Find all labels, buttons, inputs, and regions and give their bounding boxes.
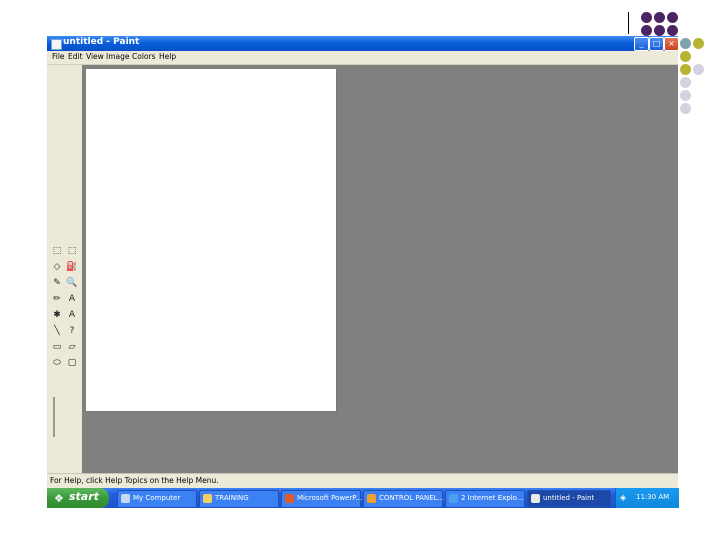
decorative-dot: [667, 12, 678, 23]
select-icon[interactable]: ⬚: [65, 245, 79, 258]
windows-logo-icon: ❖: [54, 492, 64, 505]
decorative-dot: [641, 12, 652, 23]
menu-bar: File Edit View Image Colors Help: [47, 51, 678, 65]
folder-icon: [203, 494, 212, 503]
taskbar-item-paint[interactable]: untitled - Paint: [527, 490, 611, 508]
decorative-dot: [680, 64, 691, 75]
magnifier-icon[interactable]: 🔍: [65, 277, 79, 290]
taskbar-item-label: TRAINING: [215, 494, 249, 502]
paint-window: untitled - Paint _ □ × File Edit View Im…: [47, 36, 679, 508]
text-icon[interactable]: A: [65, 309, 79, 322]
eraser-icon[interactable]: ◇: [50, 261, 64, 274]
decorative-dot: [654, 25, 665, 36]
rounded-rectangle-icon[interactable]: ▢: [65, 357, 79, 370]
canvas-workspace[interactable]: [82, 65, 678, 473]
maximize-button[interactable]: □: [649, 37, 664, 51]
ellipse-icon[interactable]: ⬭: [50, 357, 64, 370]
taskbar-item-internet-explorer[interactable]: 2 Internet Explo...: [445, 490, 525, 508]
taskbar-item-my-computer[interactable]: My Computer: [117, 490, 197, 508]
taskbar-item-label: 2 Internet Explo...: [461, 494, 524, 502]
powerpoint-icon: [285, 494, 294, 503]
status-text: For Help, click Help Topics on the Help …: [50, 476, 219, 485]
minimize-button[interactable]: _: [634, 37, 649, 51]
fill-icon[interactable]: ⛽: [65, 261, 79, 274]
decorative-dot: [680, 38, 691, 49]
browser-icon: [367, 494, 376, 503]
taskbar-item-label: untitled - Paint: [543, 494, 595, 502]
taskbar-item-label: CONTROL PANEL...: [379, 494, 445, 502]
pencil-icon[interactable]: ✏: [50, 293, 64, 306]
taskbar-item-control-panel[interactable]: CONTROL PANEL...: [363, 490, 445, 508]
tool-options-box[interactable]: [53, 397, 55, 437]
menu-help[interactable]: Help: [159, 52, 176, 61]
taskbar-item-label: Microsoft PowerP...: [297, 494, 363, 502]
menu-view[interactable]: View: [86, 52, 104, 61]
line-icon[interactable]: ╲: [50, 325, 64, 338]
toolbox: ⬚ ⬚ ◇ ⛽ ✎ 🔍 ✏ A ✱ A ╲ ? ▭ ▱ ⬭ ▢: [47, 65, 83, 473]
polygon-icon[interactable]: ▱: [65, 341, 79, 354]
taskbar-item-training[interactable]: TRAINING: [199, 490, 279, 508]
curve-icon[interactable]: ?: [65, 325, 79, 338]
start-button[interactable]: ❖ start: [47, 488, 109, 508]
system-tray: ◈ 11:30 AM: [615, 488, 679, 508]
decorative-line: [628, 12, 629, 34]
brush-icon[interactable]: A: [65, 293, 79, 306]
paint-app-icon: [51, 39, 62, 50]
rectangle-icon[interactable]: ▭: [50, 341, 64, 354]
ie-icon: [449, 494, 458, 503]
network-icon[interactable]: ◈: [620, 493, 626, 502]
decorative-dot: [680, 103, 691, 114]
free-form-select-icon[interactable]: ⬚: [50, 245, 64, 258]
menu-image[interactable]: Image: [106, 52, 130, 61]
status-bar: For Help, click Help Topics on the Help …: [47, 473, 678, 489]
menu-file[interactable]: File: [52, 52, 65, 61]
decorative-dot: [641, 25, 652, 36]
taskbar: ❖ start My Computer TRAINING Microsoft P…: [47, 488, 679, 508]
airbrush-icon[interactable]: ✱: [50, 309, 64, 322]
clock[interactable]: 11:30 AM: [636, 493, 669, 501]
decorative-dot: [680, 77, 691, 88]
paint-icon: [531, 494, 540, 503]
decorative-dot: [693, 64, 704, 75]
start-label: start: [69, 490, 99, 503]
decorative-dot: [680, 51, 691, 62]
close-button[interactable]: ×: [664, 37, 679, 51]
taskbar-item-label: My Computer: [133, 494, 181, 502]
decorative-dot: [680, 90, 691, 101]
decorative-dot: [654, 12, 665, 23]
computer-icon: [121, 494, 130, 503]
drawing-canvas[interactable]: [86, 69, 337, 412]
window-title: untitled - Paint: [63, 37, 140, 47]
menu-edit[interactable]: Edit: [68, 52, 83, 61]
decorative-dot: [667, 25, 678, 36]
decorative-dot: [693, 38, 704, 49]
pick-color-icon[interactable]: ✎: [50, 277, 64, 290]
taskbar-item-powerpoint[interactable]: Microsoft PowerP...: [281, 490, 363, 508]
menu-colors[interactable]: Colors: [132, 52, 156, 61]
title-bar[interactable]: untitled - Paint _ □ ×: [47, 36, 679, 51]
